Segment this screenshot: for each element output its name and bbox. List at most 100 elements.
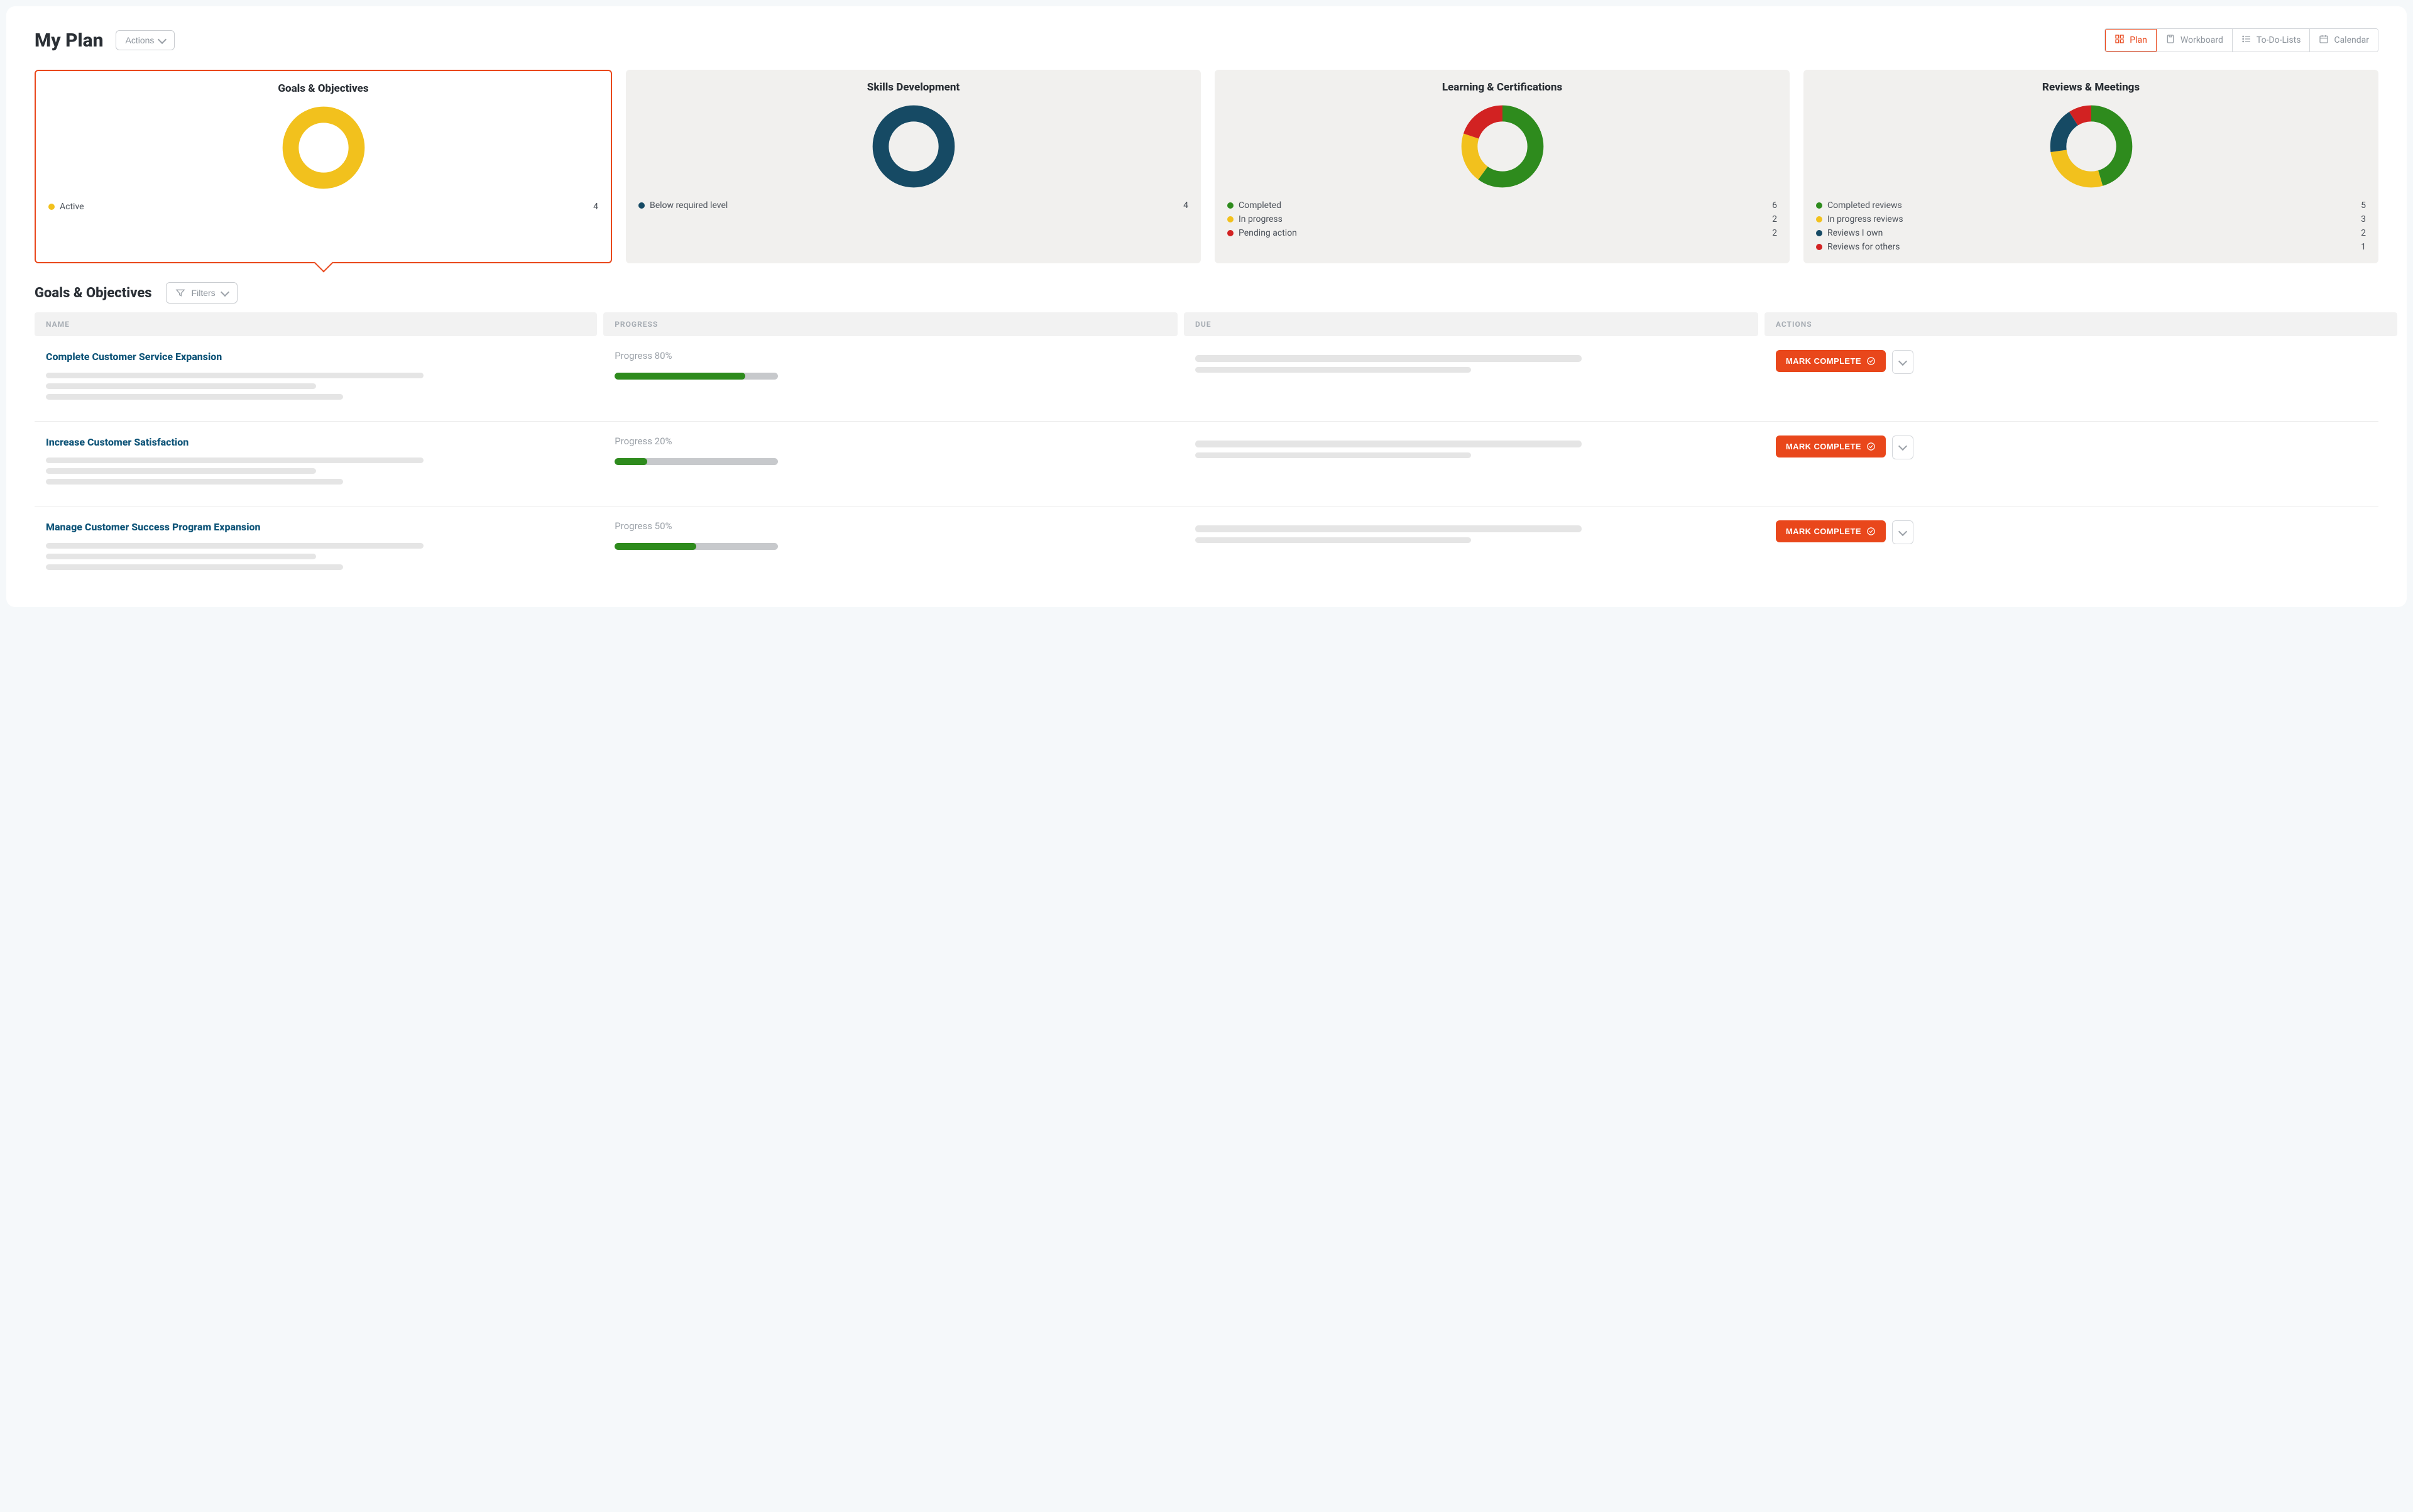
legend: Completed6In progress2Pending action2 — [1227, 200, 1777, 238]
placeholder-line — [1195, 525, 1581, 532]
legend-item: Completed 6 — [1227, 200, 1777, 211]
section-title: Goals & Objectives — [35, 285, 152, 301]
progress-label: Progress 20% — [615, 436, 1166, 447]
app-window: My Plan Actions Plan Workboard To-Do-Lists… — [6, 6, 2407, 607]
header-left: My Plan Actions — [35, 30, 175, 52]
legend-item: Active4 — [48, 202, 598, 212]
legend-value: 2 — [1772, 214, 1777, 224]
legend-item: Completed reviews5 — [1816, 200, 2366, 211]
legend-label: Reviews for others — [1827, 242, 1900, 252]
donut-wrap — [48, 104, 598, 192]
table-row: Complete Customer Service Expansion Progr… — [35, 336, 2378, 422]
card-reviews[interactable]: Reviews & MeetingsCompleted reviews5In p… — [1803, 70, 2378, 263]
legend-item: Below required level4 — [638, 200, 1188, 211]
legend-label: Reviews I own — [1827, 228, 1883, 238]
workboard-icon — [2165, 34, 2175, 47]
chevron-down-icon — [1898, 356, 1907, 365]
filter-icon — [175, 288, 185, 298]
donut-chart — [280, 104, 368, 192]
filters-button[interactable]: Filters — [166, 282, 238, 304]
legend-value: 2 — [1772, 228, 1777, 238]
actions-button-label: Actions — [125, 35, 154, 45]
legend-dot-icon — [1816, 230, 1822, 236]
placeholder-line — [46, 554, 316, 559]
legend-label: Completed — [1239, 200, 1281, 211]
tab-plan[interactable]: Plan — [2104, 28, 2157, 52]
legend-value: 3 — [2361, 214, 2366, 224]
mark-complete-button[interactable]: MARK COMPLETE — [1776, 520, 1886, 542]
tab-calendar[interactable]: Calendar — [2310, 29, 2378, 52]
legend-dot-icon — [1816, 244, 1822, 250]
row-more-button[interactable] — [1892, 350, 1913, 374]
progress-label: Progress 50% — [615, 520, 1166, 532]
chevron-down-icon — [1898, 442, 1907, 451]
donut-chart — [2047, 102, 2135, 190]
progress-bar — [615, 373, 778, 380]
chevron-down-icon — [1898, 527, 1907, 536]
placeholder-line — [46, 564, 343, 570]
table-header: NAME PROGRESS DUE ACTIONS — [35, 312, 2378, 336]
tab-todo[interactable]: To-Do-Lists — [2233, 29, 2311, 52]
tab-label: Workboard — [2180, 35, 2223, 45]
goal-name[interactable]: Complete Customer Service Expansion — [46, 350, 586, 364]
filters-button-label: Filters — [192, 288, 216, 298]
placeholder-line — [46, 457, 424, 463]
row-more-button[interactable] — [1892, 436, 1913, 459]
cell-due — [1184, 520, 1758, 575]
plan-icon — [2115, 34, 2125, 47]
progress-bar — [615, 458, 778, 465]
legend-dot-icon — [48, 204, 55, 210]
cell-due — [1184, 436, 1758, 490]
mark-complete-button[interactable]: MARK COMPLETE — [1776, 350, 1886, 372]
cell-progress: Progress 80% — [603, 350, 1178, 405]
page-title: My Plan — [35, 30, 103, 52]
legend-value: 4 — [1183, 200, 1188, 211]
row-more-button[interactable] — [1892, 520, 1913, 544]
placeholder-line — [46, 373, 424, 378]
chevron-down-icon — [221, 287, 229, 296]
check-circle-icon — [1866, 527, 1876, 536]
section-header: Goals & Objectives Filters — [35, 282, 2378, 304]
progress-bar-fill — [615, 373, 745, 380]
goal-name[interactable]: Manage Customer Success Program Expansio… — [46, 520, 586, 534]
col-progress: PROGRESS — [603, 312, 1178, 336]
legend: Active4 — [48, 202, 598, 212]
actions-button[interactable]: Actions — [116, 30, 175, 50]
legend-dot-icon — [1227, 230, 1234, 236]
mark-complete-label: MARK COMPLETE — [1786, 356, 1861, 366]
legend-item: In progress reviews3 — [1816, 214, 2366, 224]
legend-value: 5 — [2361, 200, 2366, 211]
cell-name: Complete Customer Service Expansion — [35, 350, 597, 405]
card-title: Goals & Objectives — [48, 82, 598, 95]
summary-cards-row: Goals & Objectives Active4 Skills Developm… — [35, 70, 2378, 263]
legend: Completed reviews5 In progress reviews3 Re… — [1816, 200, 2366, 252]
progress-label: Progress 80% — [615, 350, 1166, 361]
mark-complete-label: MARK COMPLETE — [1786, 527, 1861, 536]
legend-dot-icon — [1227, 202, 1234, 209]
placeholder-line — [1195, 537, 1471, 543]
table-row: Increase Customer Satisfaction Progress 2… — [35, 422, 2378, 507]
legend-item: Reviews I own 2 — [1816, 228, 2366, 238]
card-goals[interactable]: Goals & Objectives Active4 — [35, 70, 612, 263]
cell-actions: MARK COMPLETE — [1765, 350, 2397, 405]
mark-complete-label: MARK COMPLETE — [1786, 442, 1861, 451]
legend: Below required level4 — [638, 200, 1188, 211]
progress-bar — [615, 543, 778, 550]
legend-value: 2 — [2361, 228, 2366, 238]
check-circle-icon — [1866, 356, 1876, 366]
header-row: My Plan Actions Plan Workboard To-Do-Lists… — [35, 28, 2378, 52]
placeholder-line — [46, 383, 316, 389]
donut-wrap — [1816, 102, 2366, 190]
table-row: Manage Customer Success Program Expansio… — [35, 507, 2378, 591]
mark-complete-button[interactable]: MARK COMPLETE — [1776, 436, 1886, 457]
cell-progress: Progress 20% — [603, 436, 1178, 490]
legend-value: 6 — [1772, 200, 1777, 211]
progress-bar-fill — [615, 458, 647, 465]
tab-workboard[interactable]: Workboard — [2157, 29, 2233, 52]
col-due: DUE — [1184, 312, 1758, 336]
card-learning[interactable]: Learning & CertificationsCompleted6In pr… — [1215, 70, 1790, 263]
legend-item: Pending action2 — [1227, 228, 1777, 238]
card-skills[interactable]: Skills DevelopmentBelow required level4 — [626, 70, 1201, 263]
goal-name[interactable]: Increase Customer Satisfaction — [46, 436, 586, 449]
progress-bar-fill — [615, 543, 696, 550]
